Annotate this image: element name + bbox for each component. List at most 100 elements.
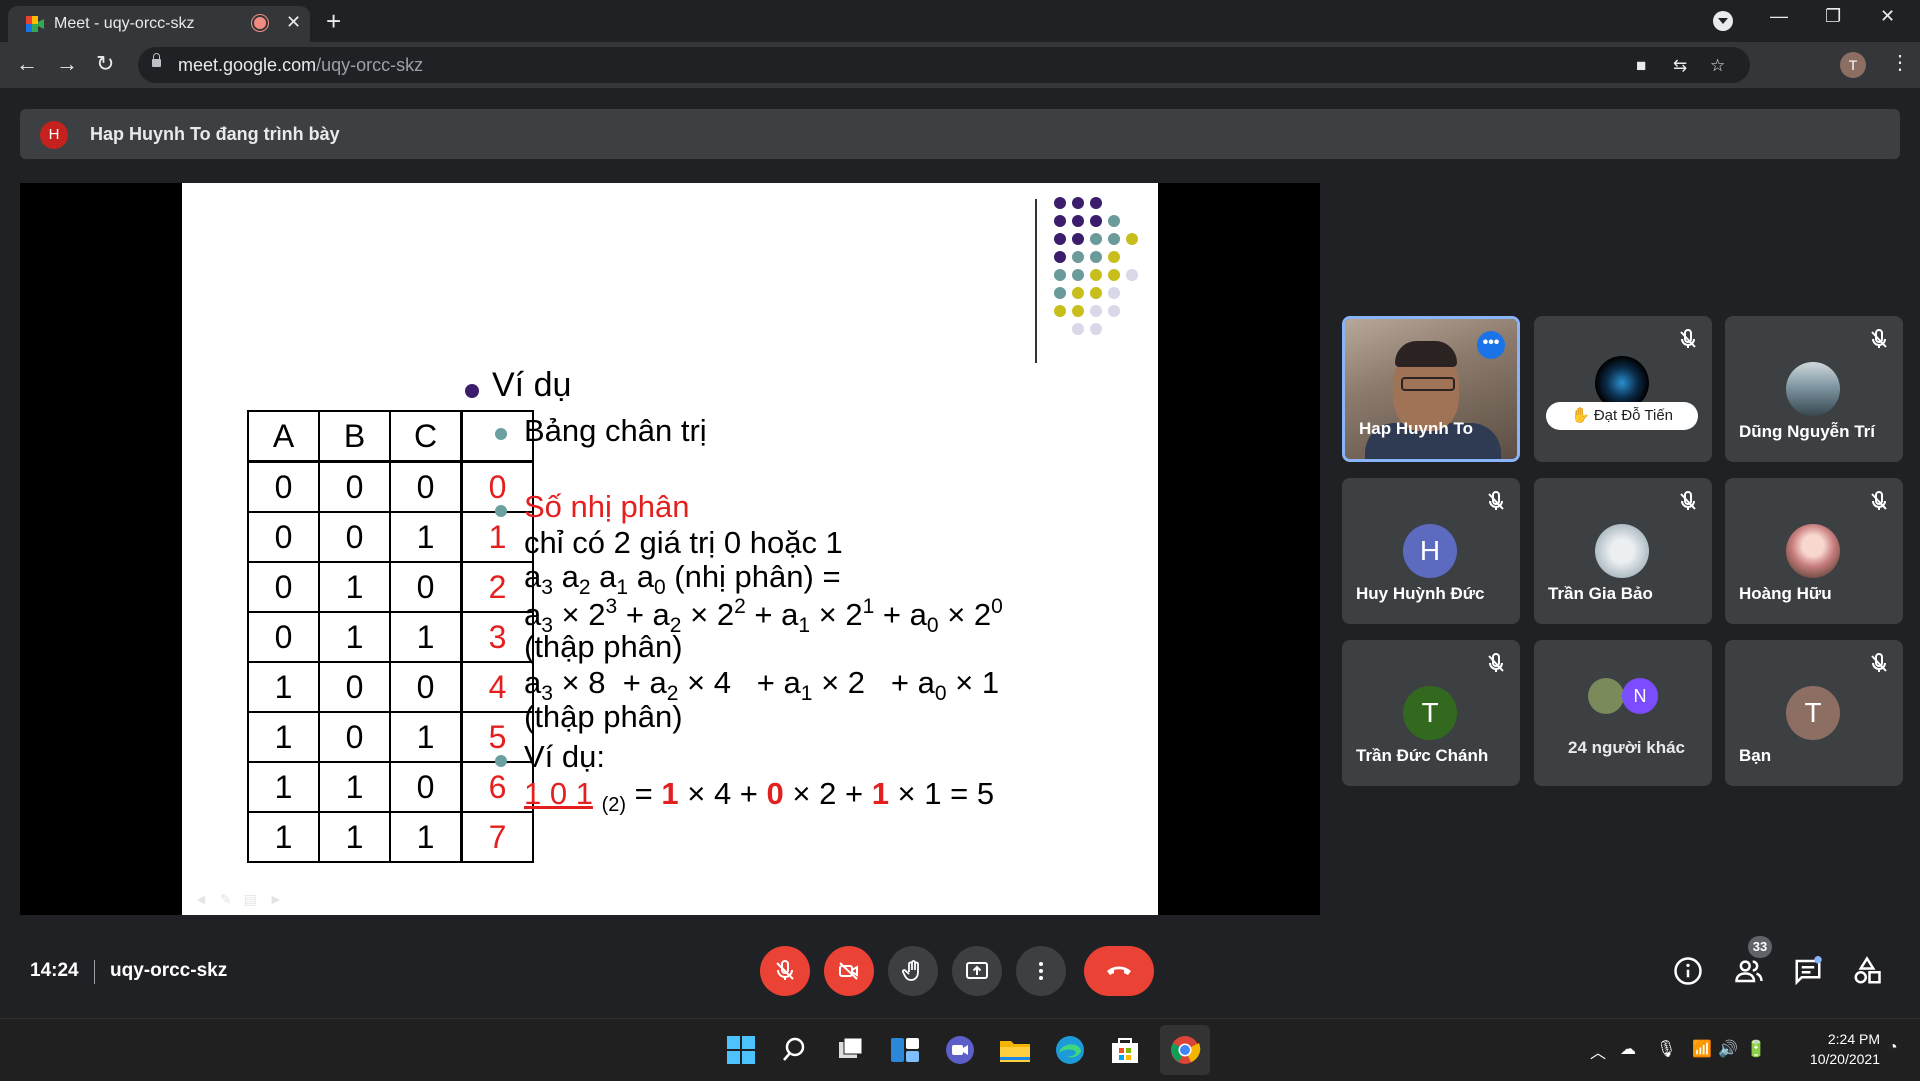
bookmark-star-icon[interactable]: ☆ [1710,56,1725,76]
more-options-icon[interactable]: ••• [1477,331,1505,359]
people-icon[interactable] [1734,956,1764,986]
participant-tile[interactable]: Trần Gia Bảo [1534,478,1712,624]
decoration-dot [1054,305,1066,317]
volume-icon[interactable]: 🔊 [1718,1039,1738,1059]
chat-icon[interactable] [1793,956,1823,986]
participant-name: Dũng Nguyễn Trí [1739,422,1875,441]
muted-mic-icon [1484,490,1508,514]
recording-indicator-icon [254,17,266,29]
slide-example-equation: 1 0 1 (2) = 1 × 4 + 0 × 2 + 1 × 1 = 5 [524,776,995,816]
lock-icon[interactable] [152,53,161,67]
decoration-dot [1054,197,1066,209]
table-cell: 0 [318,711,391,763]
table-cell: 1 [247,661,320,713]
address-bar[interactable]: meet.google.com/uqy-orcc-skz ☆ ⇆ ■ [138,47,1750,83]
wifi-icon[interactable]: 📶 [1692,1039,1712,1059]
window-close-icon[interactable]: ✕ [1880,6,1895,27]
new-tab-button[interactable]: + [326,6,341,37]
activities-icon[interactable] [1852,956,1882,986]
widgets-icon[interactable] [888,1033,922,1067]
decoration-dot [1090,305,1102,317]
system-clock[interactable]: 2:24 PM 10/20/2021 [1790,1029,1880,1069]
edge-browser-icon[interactable] [1053,1033,1087,1067]
present-screen-button[interactable] [952,946,1002,996]
table-cell: 1 [318,561,391,613]
table-cell-decimal: 5 [460,711,534,763]
table-row: 1117 [247,811,534,863]
tab-search-icon[interactable] [1713,11,1733,31]
show-hidden-icons-icon[interactable]: ︿ [1590,1039,1606,1063]
table-header-cell: B [318,410,391,463]
task-view-icon[interactable] [834,1033,868,1067]
table-cell: 0 [389,761,463,813]
participant-tile[interactable]: T Trần Đức Chánh [1342,640,1520,786]
decoration-dot [1090,269,1102,281]
reload-icon[interactable]: ↻ [96,51,114,77]
presenter-banner-text: Hap Huynh To đang trình bày [90,124,340,144]
table-row: 0113 [247,611,534,663]
hand-icon [902,960,919,981]
table-cell: 1 [318,761,391,813]
participant-avatar: H [1403,524,1457,578]
chrome-taskbar-icon[interactable] [1168,1033,1202,1067]
table-cell: 1 [247,811,320,863]
muted-mic-icon [1676,490,1700,514]
presentation-stage[interactable]: A B C 00000011010201131004101511061117 V… [20,183,1320,915]
decoration-dot [1090,287,1102,299]
decoration-dot [1108,233,1120,245]
chrome-menu-icon[interactable]: ⋮ [1890,50,1910,75]
camera-off-button[interactable] [824,946,874,996]
decoration-dot [1072,233,1084,245]
participant-tile[interactable]: H Huy Huỳnh Đức [1342,478,1520,624]
notifications-icon[interactable]: ◔ [1888,1039,1898,1057]
tab-close-icon[interactable]: ✕ [286,12,301,33]
microphone-off-button[interactable] [760,946,810,996]
slide-label-decimal: (thập phân) [524,699,683,734]
start-windows-icon[interactable] [724,1033,758,1067]
participant-tile[interactable]: Hoàng Hữu [1725,478,1903,624]
decoration-dot [1126,233,1138,245]
camera-in-use-icon[interactable]: ■ [1636,56,1646,76]
teams-chat-icon[interactable] [943,1033,977,1067]
profile-avatar[interactable]: T [1840,52,1866,78]
restore-icon[interactable]: ❐ [1825,6,1841,27]
presenter-avatar: H [40,121,68,149]
table-cell: 0 [247,460,320,513]
meeting-details-icon[interactable] [1673,956,1703,986]
decoration-dot [1072,305,1084,317]
table-cell-decimal: 7 [460,811,534,863]
slide-bullet-binary: Số nhị phân [524,489,690,524]
battery-icon[interactable]: 🔋 [1746,1039,1766,1059]
microsoft-store-icon[interactable] [1108,1033,1142,1067]
table-cell: 0 [247,511,320,563]
microphone-tray-icon[interactable]: 🎙 [1656,1039,1676,1059]
raise-hand-button[interactable] [888,946,938,996]
slide-controls-icon[interactable]: ◄✎▤► [194,891,295,908]
back-icon[interactable]: ← [16,51,38,77]
translate-icon[interactable]: ⇆ [1673,56,1687,76]
more-options-button[interactable] [1016,946,1066,996]
table-cell: 1 [389,611,463,663]
hang-up-icon [1107,966,1131,975]
forward-icon[interactable]: → [56,51,78,77]
bullet-icon [495,428,507,440]
browser-tab-meet[interactable]: Meet - uqy-orcc-skz ✕ [8,6,310,42]
participant-tile[interactable]: N 24 người khác [1534,640,1712,786]
participant-name: Trần Đức Chánh [1356,746,1489,765]
participant-tile[interactable]: ✋ Đạt Đỗ Tiến [1534,316,1712,462]
file-explorer-icon[interactable] [998,1033,1032,1067]
leave-call-button[interactable] [1084,946,1154,996]
table-cell: 0 [389,661,463,713]
participant-tile[interactable]: Dũng Nguyễn Trí [1725,316,1903,462]
onedrive-cloud-icon[interactable]: ☁ [1620,1039,1636,1059]
table-cell: 0 [247,611,320,663]
participant-tile[interactable]: ••• Hap Huynh To [1342,316,1520,462]
decoration-dot [1090,251,1102,263]
participant-tile[interactable]: T Bạn [1725,640,1903,786]
meeting-control-bar: 14:24 uqy-orcc-skz 33 [0,930,1920,1018]
slide-line-binary-form: a3 a2 a1 a0 (nhị phân) = [524,559,841,599]
muted-mic-icon [1676,328,1700,352]
table-cell: 0 [389,561,463,613]
search-icon[interactable] [780,1033,814,1067]
minimize-icon[interactable]: — [1770,6,1788,27]
